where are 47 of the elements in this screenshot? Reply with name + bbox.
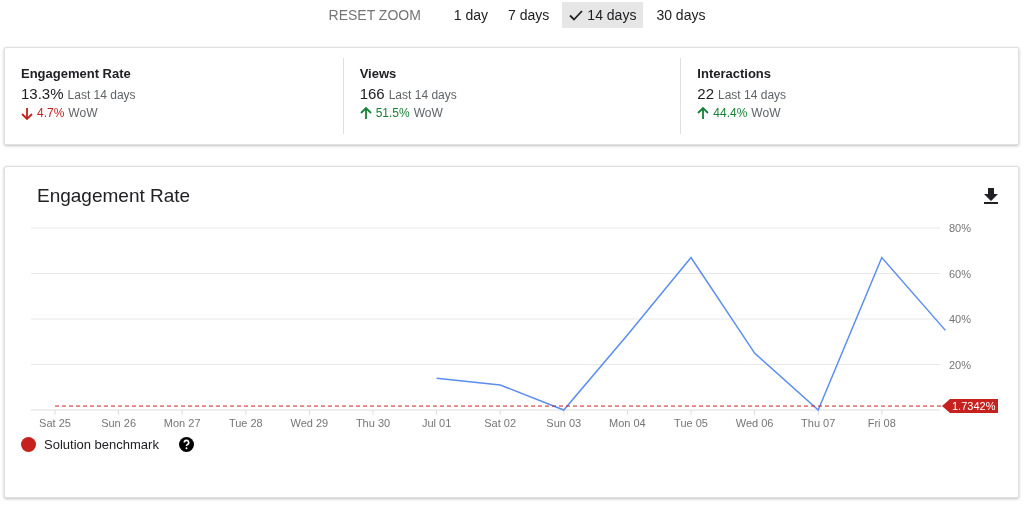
range-tab[interactable]: 30 days: [649, 2, 713, 28]
axis-label: 40%: [949, 313, 972, 325]
axis-label: Sat 02: [484, 417, 517, 429]
axis-label: Tue 05: [674, 417, 708, 429]
axis-label: 20%: [949, 358, 972, 371]
arrow-up-icon: [359, 106, 372, 120]
axis-label: 80%: [949, 222, 972, 234]
arrow-up-icon: [697, 106, 710, 120]
range-tab[interactable]: 14 days: [562, 2, 644, 28]
metric-value: 166: [359, 85, 385, 102]
axis-label: Thu 30: [355, 417, 391, 429]
benchmark-tag: 1.7342%: [942, 399, 998, 414]
metric-change: 44.4%: [713, 106, 748, 120]
axis-label: Fri 08: [867, 417, 896, 429]
axis-label: Tue 28: [228, 417, 263, 429]
range-tab[interactable]: 1 day: [446, 2, 496, 28]
axis-label: Sat 25: [39, 417, 71, 429]
axis-label: Wed 06: [735, 417, 774, 429]
reset-zoom-button[interactable]: RESET ZOOM: [320, 2, 429, 28]
metric-unit: WoW: [751, 106, 781, 120]
axis-label: Thu 07: [801, 417, 836, 429]
arrow-down-icon: [21, 106, 33, 120]
axis-label: Mon 27: [163, 417, 201, 429]
axis-label: Sun 26: [101, 417, 137, 429]
metric-period: Last 14 days: [388, 88, 457, 102]
range-tab[interactable]: 7 days: [501, 2, 557, 28]
metric-change: 4.7%: [37, 106, 65, 120]
axis-label: 60%: [949, 267, 972, 280]
metric-period: Last 14 days: [67, 88, 136, 102]
help-icon[interactable]: [178, 437, 194, 452]
axis-label: Jul 01: [421, 417, 452, 429]
axis-label: Sun 03: [546, 417, 582, 429]
axis-label: Mon 04: [609, 417, 646, 429]
metric-unit: WoW: [413, 106, 443, 120]
metric-value: 22: [697, 85, 714, 102]
check-icon: [569, 9, 584, 21]
metric-change: 51.5%: [375, 106, 410, 120]
metric-title: Interactions: [697, 66, 772, 81]
axis-label: Wed 29: [290, 417, 329, 429]
download-icon[interactable]: [984, 188, 998, 204]
chart-title: Engagement Rate: [37, 185, 191, 207]
metric-unit: WoW: [68, 106, 98, 120]
metric-value: 13.3%: [21, 85, 64, 102]
metric-period: Last 14 days: [718, 88, 787, 102]
legend-label: Solution benchmark: [44, 437, 159, 452]
metric-title: Engagement Rate: [21, 66, 132, 81]
metric-title: Views: [359, 66, 398, 81]
